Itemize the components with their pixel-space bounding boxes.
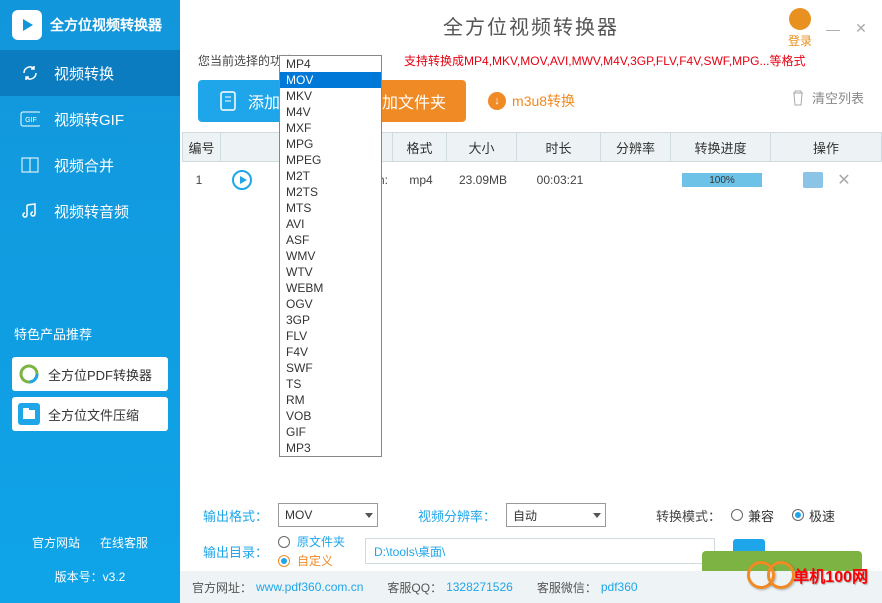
th-size: 大小 <box>447 133 517 161</box>
mode-compat-radio[interactable]: 兼容 <box>731 506 774 525</box>
dropdown-option[interactable]: MKV <box>280 88 381 104</box>
resolution-label: 视频分辨率： <box>418 506 496 525</box>
chevron-down-icon <box>593 513 601 518</box>
dropdown-option[interactable]: FLV <box>280 328 381 344</box>
cell-size: 23.09MB <box>448 173 518 187</box>
th-op: 操作 <box>771 133 881 161</box>
dropdown-option[interactable]: MPEG <box>280 152 381 168</box>
link-qq[interactable]: 1328271526 <box>446 580 513 594</box>
dropdown-option[interactable]: MXF <box>280 120 381 136</box>
refresh-icon <box>20 63 40 83</box>
open-folder-icon[interactable] <box>803 172 823 188</box>
dropdown-option[interactable]: VOB <box>280 408 381 424</box>
dropdown-option[interactable]: 3GP <box>280 312 381 328</box>
pdf-icon <box>18 363 40 385</box>
recommend-pdf[interactable]: 全方位PDF转换器 <box>12 357 168 391</box>
dropdown-option[interactable]: WTV <box>280 264 381 280</box>
progress-bar: 100% <box>682 173 762 187</box>
nav-label: 视频转换 <box>54 63 114 84</box>
download-icon: ↓ <box>488 92 506 110</box>
play-icon[interactable] <box>232 170 252 190</box>
dropdown-option[interactable]: ASF <box>280 232 381 248</box>
mode-label: 转换模式： <box>656 506 721 525</box>
logo-text: 全方位视频转换器 <box>50 15 162 35</box>
recommend-title: 特色产品推荐 <box>0 314 180 351</box>
nav-video-convert[interactable]: 视频转换 <box>0 50 180 96</box>
recommend-compress[interactable]: 全方位文件压缩 <box>12 397 168 431</box>
recommend-label: 全方位PDF转换器 <box>48 365 152 384</box>
minimize-button[interactable]: — <box>826 22 840 36</box>
th-dur: 时长 <box>517 133 601 161</box>
dropdown-option[interactable]: M4V <box>280 104 381 120</box>
dropdown-option[interactable]: M2TS <box>280 184 381 200</box>
mode-fast-radio[interactable]: 极速 <box>792 506 835 525</box>
trash-icon <box>790 89 806 107</box>
dropdown-option[interactable]: MOV <box>280 72 381 88</box>
app-title: 全方位视频转换器 <box>443 11 619 40</box>
compress-icon <box>18 403 40 425</box>
close-button[interactable]: ✕ <box>854 22 868 36</box>
clear-list-button[interactable]: 清空列表 <box>790 88 864 107</box>
m3u8-button[interactable]: ↓ m3u8转换 <box>488 91 575 111</box>
link-official[interactable]: 官方网站 <box>32 534 80 551</box>
dropdown-option[interactable]: MP4 <box>280 56 381 72</box>
output-dir-label: 输出目录： <box>198 542 268 561</box>
orig-folder-radio[interactable]: 原文件夹 <box>278 533 345 550</box>
login-button[interactable]: 登录 <box>788 8 812 49</box>
file-icon <box>218 90 240 112</box>
resolution-select[interactable]: 自动 <box>506 503 606 527</box>
cell-fmt: mp4 <box>394 173 448 187</box>
version: 版本号：v3.2 <box>0 568 180 585</box>
output-format-label: 输出格式： <box>198 506 268 525</box>
dropdown-option[interactable]: MTS <box>280 200 381 216</box>
nav-video-audio[interactable]: 视频转音频 <box>0 188 180 234</box>
user-icon <box>789 8 811 30</box>
merge-icon <box>20 155 40 175</box>
th-fmt: 格式 <box>393 133 447 161</box>
dropdown-option[interactable]: MPG <box>280 136 381 152</box>
delete-row-icon[interactable]: ✕ <box>837 170 850 190</box>
custom-folder-radio[interactable]: 自定义 <box>278 552 345 569</box>
music-icon <box>20 201 40 221</box>
th-prog: 转换进度 <box>671 133 771 161</box>
dropdown-option[interactable]: TS <box>280 376 381 392</box>
nav-video-merge[interactable]: 视频合并 <box>0 142 180 188</box>
nav-video-gif[interactable]: GIF 视频转GIF <box>0 96 180 142</box>
th-res: 分辨率 <box>601 133 671 161</box>
nav-label: 视频转音频 <box>54 201 129 222</box>
chevron-down-icon <box>365 513 373 518</box>
link-wx[interactable]: pdf360 <box>601 580 638 594</box>
hint-formats: 支持转换成MP4,MKV,MOV,AVI,MWV,M4V,3GP,FLV,F4V… <box>404 52 805 69</box>
output-format-select[interactable]: MOV <box>278 503 378 527</box>
nav-label: 视频转GIF <box>54 109 124 130</box>
format-dropdown[interactable]: MP4MOVMKVM4VMXFMPGMPEGM2TM2TSMTSAVIASFWM… <box>279 55 382 457</box>
dropdown-option[interactable]: MP3 <box>280 440 381 456</box>
th-num: 编号 <box>183 133 221 161</box>
link-support[interactable]: 在线客服 <box>100 534 148 551</box>
recommend-label: 全方位文件压缩 <box>48 405 139 424</box>
dropdown-option[interactable]: GIF <box>280 424 381 440</box>
nav-label: 视频合并 <box>54 155 114 176</box>
logo-icon <box>12 10 42 40</box>
dropdown-option[interactable]: RM <box>280 392 381 408</box>
dropdown-option[interactable]: WEBM <box>280 280 381 296</box>
svg-text:GIF: GIF <box>25 117 37 124</box>
dropdown-option[interactable]: F4V <box>280 344 381 360</box>
watermark: 单机100网 <box>747 561 868 589</box>
dropdown-option[interactable]: OGV <box>280 296 381 312</box>
cell-num: 1 <box>180 173 218 187</box>
dropdown-option[interactable]: M2T <box>280 168 381 184</box>
dropdown-option[interactable]: AVI <box>280 216 381 232</box>
link-site[interactable]: www.pdf360.com.cn <box>256 580 363 594</box>
logo-area: 全方位视频转换器 <box>0 0 180 50</box>
cell-dur: 00:03:21 <box>518 173 602 187</box>
dropdown-option[interactable]: SWF <box>280 360 381 376</box>
output-path-input[interactable]: D:\tools\桌面\ <box>365 538 715 564</box>
dropdown-option[interactable]: WMV <box>280 248 381 264</box>
gif-icon: GIF <box>20 109 40 129</box>
